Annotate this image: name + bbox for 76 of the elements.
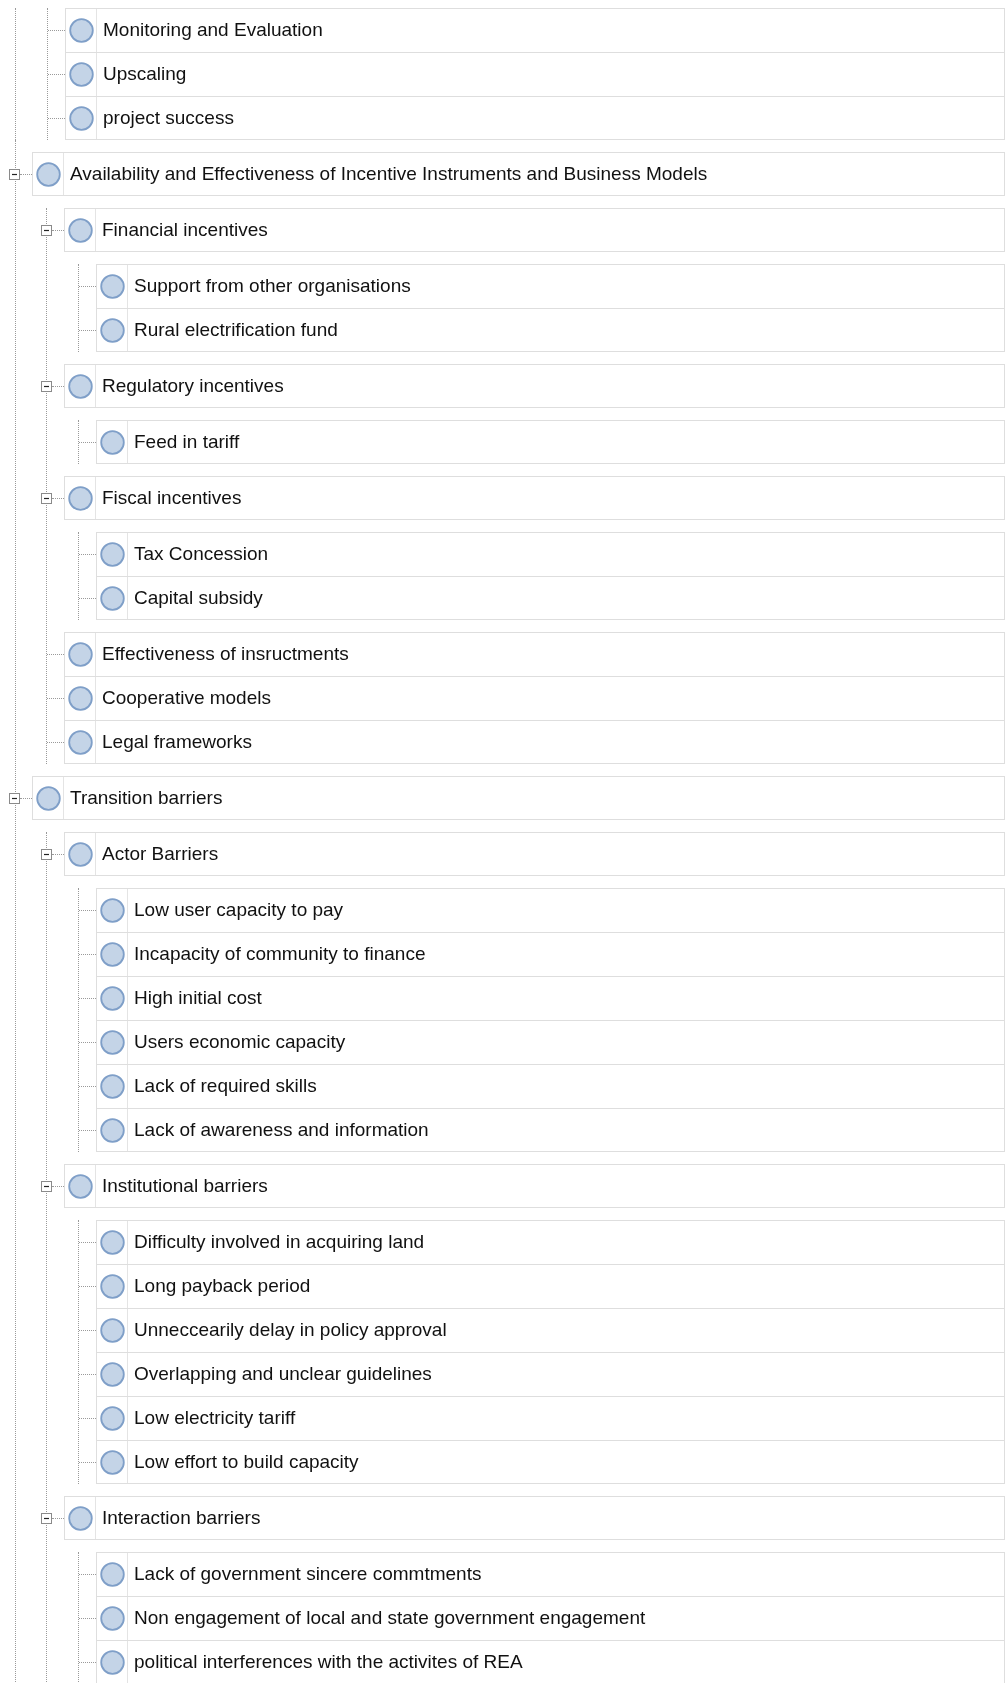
circle-icon — [67, 841, 93, 867]
tree-item[interactable]: Capital subsidy — [96, 576, 1005, 620]
circle-icon — [99, 1606, 125, 1631]
circle-icon — [99, 317, 125, 343]
tree-item[interactable]: Institutional barriers — [64, 1164, 1005, 1208]
circle-icon — [99, 1274, 125, 1299]
circle-icon — [99, 585, 125, 611]
tree-item[interactable]: Upscaling — [65, 52, 1005, 96]
collapse-icon[interactable] — [9, 792, 20, 804]
circle-icon — [99, 1362, 125, 1387]
collapse-icon[interactable] — [41, 380, 52, 392]
collapse-icon[interactable] — [41, 224, 52, 236]
tree-item[interactable]: High initial cost — [96, 976, 1005, 1020]
tree-item[interactable]: Lack of required skills — [96, 1064, 1005, 1108]
circle-icon — [99, 898, 125, 923]
circle-icon — [99, 542, 125, 567]
tree-item[interactable]: Transition barriers — [32, 776, 1005, 820]
collapse-icon[interactable] — [41, 492, 52, 504]
circle-icon — [99, 1318, 125, 1343]
tree-item[interactable]: Non engagement of local and state government engagement — [96, 1596, 1005, 1640]
circle-icon — [99, 942, 125, 967]
circle-icon — [99, 1030, 125, 1055]
tree-item[interactable]: Unneccearily delay in policy approval — [96, 1308, 1005, 1352]
circle-icon — [67, 1173, 93, 1199]
circle-icon — [67, 1505, 93, 1531]
tree-item[interactable]: project success — [65, 96, 1005, 140]
circle-icon — [99, 1562, 125, 1587]
tree-item[interactable]: Lack of awareness and information — [96, 1108, 1005, 1152]
circle-icon — [35, 161, 61, 187]
tree-item[interactable]: Low electricity tariff — [96, 1396, 1005, 1440]
circle-icon — [99, 1074, 125, 1099]
circle-icon — [99, 1230, 125, 1255]
circle-icon — [67, 729, 93, 755]
tree-item[interactable]: Fiscal incentives — [64, 476, 1005, 520]
tree-item[interactable]: Users economic capacity — [96, 1020, 1005, 1064]
tree-item[interactable]: Interaction barriers — [64, 1496, 1005, 1540]
tree-item[interactable]: Incapacity of community to finance — [96, 932, 1005, 976]
circle-icon — [99, 1117, 125, 1143]
circle-icon — [35, 785, 61, 811]
tree-item[interactable]: Tax Concession — [96, 532, 1005, 576]
circle-icon — [99, 1406, 125, 1431]
collapse-icon[interactable] — [41, 1512, 52, 1524]
tree-item[interactable]: Low effort to build capacity — [96, 1440, 1005, 1484]
circle-icon — [67, 373, 93, 399]
circle-icon — [99, 274, 125, 299]
tree-item[interactable]: Monitoring and Evaluation — [65, 8, 1005, 52]
tree-item[interactable]: Financial incentives — [64, 208, 1005, 252]
tree-item[interactable]: Low user capacity to pay — [96, 888, 1005, 932]
collapse-icon[interactable] — [41, 1180, 52, 1192]
tree-item[interactable]: Legal frameworks — [64, 720, 1005, 764]
circle-icon — [99, 986, 125, 1011]
circle-icon — [99, 1449, 125, 1475]
collapse-icon[interactable] — [41, 848, 52, 860]
tree-item[interactable]: Support from other organisations — [96, 264, 1005, 308]
circle-icon — [68, 62, 94, 87]
circle-icon — [99, 429, 125, 455]
tree-item[interactable]: Cooperative models — [64, 676, 1005, 720]
circle-icon — [99, 1649, 125, 1675]
tree-item[interactable]: Feed in tariff — [96, 420, 1005, 464]
tree-item[interactable]: Overlapping and unclear guidelines — [96, 1352, 1005, 1396]
circle-icon — [67, 642, 93, 667]
circle-icon — [68, 105, 94, 131]
circle-icon — [67, 686, 93, 711]
collapse-icon[interactable] — [9, 168, 20, 180]
tree-item[interactable]: Rural electrification fund — [96, 308, 1005, 352]
tree-item[interactable]: political interferences with the activites of REA — [96, 1640, 1005, 1683]
tree-item[interactable]: Long payback period — [96, 1264, 1005, 1308]
circle-icon — [67, 485, 93, 511]
tree-item[interactable]: Effectiveness of insructments — [64, 632, 1005, 676]
tree-item[interactable]: Availability and Effectiveness of Incentive Instruments and Business Models — [32, 152, 1005, 196]
circle-icon — [68, 18, 94, 43]
tree-item[interactable]: Lack of government sincere commtments — [96, 1552, 1005, 1596]
circle-icon — [67, 217, 93, 243]
tree-item[interactable]: Actor Barriers — [64, 832, 1005, 876]
tree-item[interactable]: Difficulty involved in acquiring land — [96, 1220, 1005, 1264]
tree-item[interactable]: Regulatory incentives — [64, 364, 1005, 408]
